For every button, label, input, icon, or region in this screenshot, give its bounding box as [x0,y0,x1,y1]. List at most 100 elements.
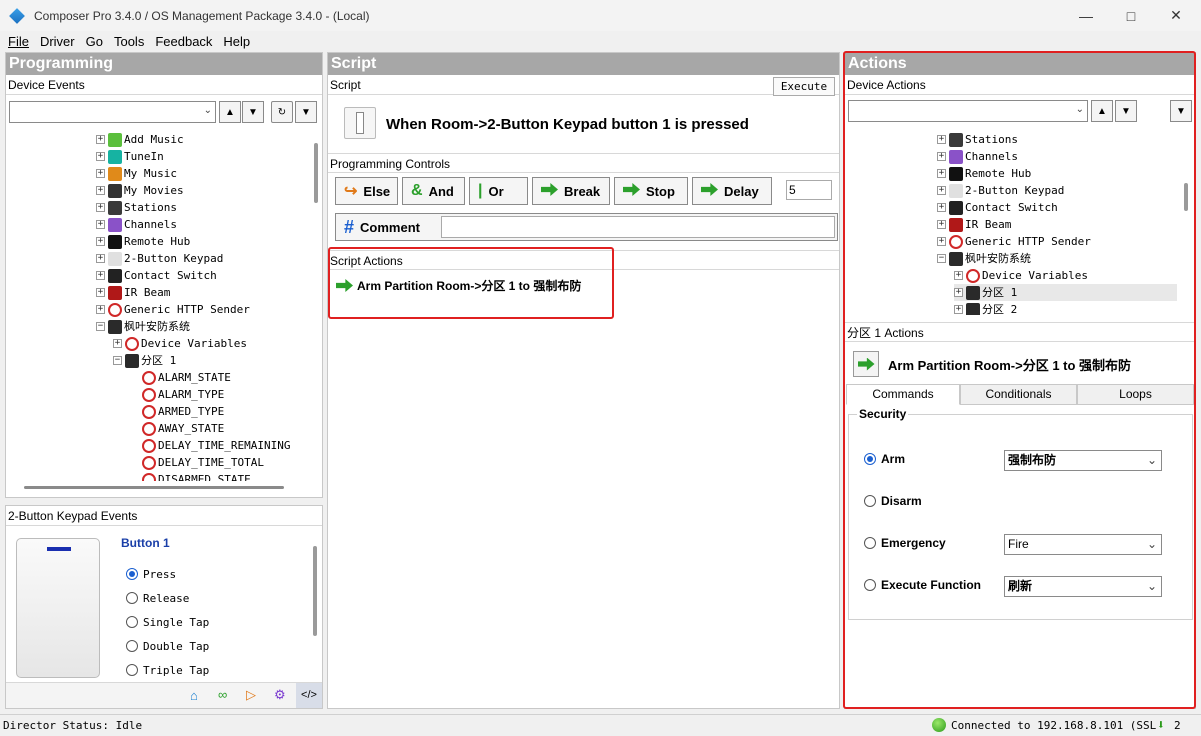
refresh-button[interactable]: ↻ [271,101,293,123]
tree-item[interactable]: − 枫叶安防系统 [96,318,308,335]
tree-item[interactable]: +ARMED_TYPE [130,403,308,420]
break-button[interactable]: Break [532,177,610,205]
download-icon[interactable]: ⬇ [1157,718,1165,733]
else-button[interactable]: ↪ Else [335,177,398,205]
expand-icon[interactable]: + [96,271,105,280]
expand-icon[interactable]: + [96,152,105,161]
radio-button[interactable] [126,616,138,628]
tree-item[interactable]: + Device Variables [113,335,308,352]
execute-button[interactable]: Execute [773,77,835,96]
expand-icon[interactable]: + [96,305,105,314]
tree-item[interactable]: + Contact Switch [96,267,308,284]
view-toolbar: ⌂ ∞ ▷ ⚙ </> [6,682,322,708]
music-add-icon [108,132,122,147]
tree-item-label: Channels [124,218,177,231]
events-scrollbar[interactable] [313,546,317,636]
tree-item[interactable]: + Stations [96,199,308,216]
collapse-icon[interactable]: − [113,356,122,365]
event-list: Press Release Single Tap Double Tap Triple T… [126,562,306,682]
collapse-icon[interactable]: − [96,322,105,331]
radio-button[interactable] [126,664,138,676]
tree-item-label: ALARM_TYPE [158,388,225,401]
event-radio[interactable]: Triple Tap [126,658,306,682]
code-icon[interactable]: </> [296,683,322,708]
menu-go[interactable]: Go [86,34,103,49]
comment-input[interactable] [441,216,835,238]
expand-icon[interactable]: + [96,135,105,144]
delay-button[interactable]: Delay [692,177,772,205]
tree-item[interactable]: +ALARM_TYPE [130,386,308,403]
tree-item[interactable]: − 分区 1 [113,352,308,369]
keypad-image [16,538,100,678]
when-trigger-text: When Room->2-Button Keypad button 1 is p… [386,116,749,133]
tree-item[interactable]: + TuneIn [96,148,308,165]
expand-icon[interactable]: + [96,288,105,297]
event-label: Triple Tap [143,663,210,677]
expand-icon[interactable]: + [96,203,105,212]
control-label: Stop [646,183,675,199]
expand-icon[interactable]: + [96,169,105,178]
move-up-button[interactable]: ▲ [219,101,241,123]
remote-hub-icon [108,234,122,249]
play-icon[interactable]: ▷ [246,687,256,703]
expand-icon[interactable]: + [96,220,105,229]
tree-item[interactable]: + Channels [96,216,308,233]
tree-item[interactable]: +DELAY_TIME_TOTAL [130,454,308,471]
menu-help[interactable]: Help [223,34,250,49]
menu-driver[interactable]: Driver [40,34,75,49]
device-events-combo[interactable]: ⌄ [9,101,216,123]
tree-item[interactable]: + Add Music [96,131,308,148]
maximize-button[interactable]: □ [1108,0,1154,31]
tree-item-label: Contact Switch [124,269,217,282]
ir-beam-icon [108,285,122,300]
minimize-button[interactable]: — [1063,0,1109,31]
tree-item[interactable]: + IR Beam [96,284,308,301]
event-radio[interactable]: Double Tap [126,634,306,658]
tree-item[interactable]: +DISARMED_STATE [130,471,308,481]
tree-item-label: Stations [124,201,177,214]
tree-item[interactable]: + My Movies [96,182,308,199]
tree-item-label: Generic HTTP Sender [124,303,250,316]
chevron-down-icon: ⌄ [203,105,212,116]
and-button[interactable]: & And [402,177,465,205]
expand-icon[interactable]: + [96,237,105,246]
tree-item[interactable]: + My Music [96,165,308,182]
tree-item-label: ARMED_TYPE [158,405,225,418]
move-down-button[interactable]: ▼ [242,101,264,123]
close-button[interactable]: ✕ [1153,0,1199,31]
or-button[interactable]: | Or [469,177,528,205]
radio-button[interactable] [126,592,138,604]
device-events-tree[interactable]: + Add Music + TuneIn + My Music + My Movies + Sta… [8,129,308,481]
tree-item[interactable]: +ALARM_STATE [130,369,308,386]
tree-item[interactable]: +AWAY_STATE [130,420,308,437]
tree-item-label: AWAY_STATE [158,422,225,435]
gear-icon[interactable]: ⚙ [274,687,286,703]
tree-item[interactable]: + Generic HTTP Sender [96,301,308,318]
filter-button[interactable]: ▼ [295,101,317,123]
menu-file[interactable]: File [8,34,29,49]
radio-button[interactable] [126,640,138,652]
comment-button[interactable]: # Comment [335,213,838,241]
tree-item[interactable]: +2-Button Keypad [96,250,308,267]
radio-button[interactable] [126,568,138,580]
event-radio[interactable]: Press [126,562,306,586]
expand-icon[interactable]: + [96,254,105,263]
tree-hscrollbar[interactable] [24,486,284,489]
expand-icon[interactable]: + [96,186,105,195]
link-icon[interactable]: ∞ [218,687,227,702]
event-label: Release [143,591,190,605]
menu-tools[interactable]: Tools [114,34,144,49]
control-label: Or [488,183,504,199]
expand-icon[interactable]: + [113,339,122,348]
hash-icon: # [344,216,355,237]
menu-feedback[interactable]: Feedback [155,34,212,49]
tree-scrollbar[interactable] [314,143,318,203]
delay-input[interactable] [786,180,832,200]
tree-item[interactable]: +DELAY_TIME_REMAINING [130,437,308,454]
event-radio[interactable]: Single Tap [126,610,306,634]
stop-button[interactable]: Stop [614,177,688,205]
event-radio[interactable]: Release [126,586,306,610]
tree-item[interactable]: + Remote Hub [96,233,308,250]
home-icon[interactable]: ⌂ [190,688,198,703]
comment-label: Comment [360,219,420,235]
